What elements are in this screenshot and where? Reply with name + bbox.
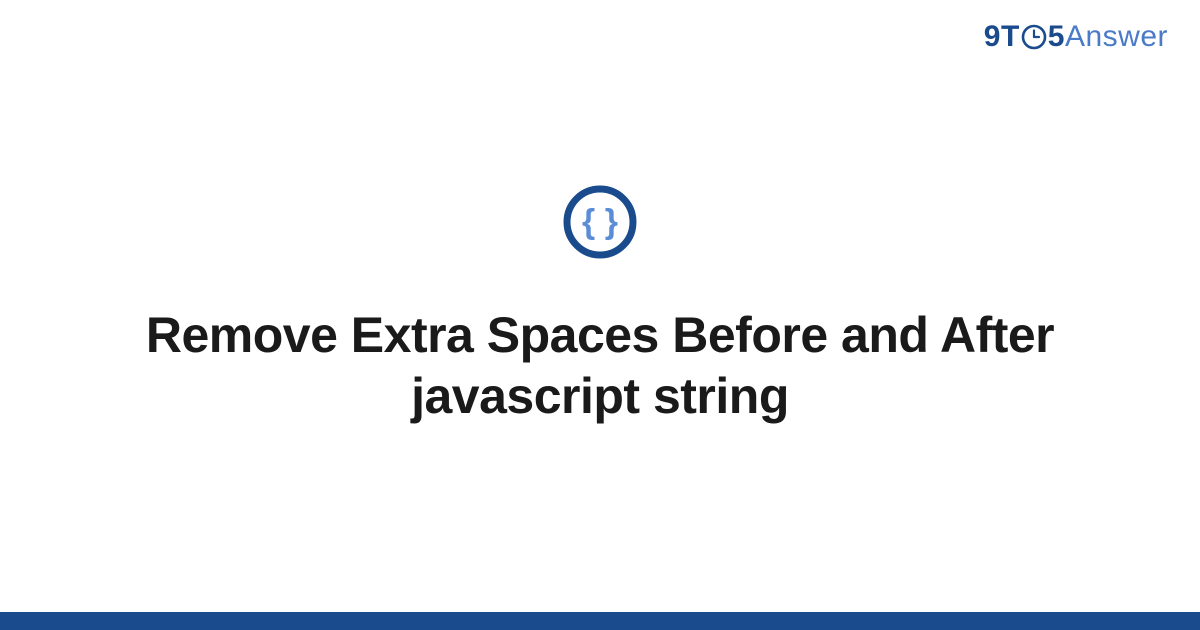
bottom-accent-bar	[0, 612, 1200, 630]
svg-text:{ }: { }	[582, 203, 618, 241]
page-title: Remove Extra Spaces Before and After jav…	[100, 305, 1100, 427]
main-content: { } Remove Extra Spaces Before and After…	[0, 0, 1200, 612]
code-braces-icon: { }	[563, 185, 637, 259]
